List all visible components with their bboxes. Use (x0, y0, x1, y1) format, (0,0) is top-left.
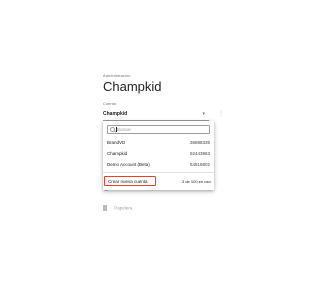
trash-item[interactable]: Papelera (103, 205, 132, 211)
trash-label: Papelera (114, 205, 133, 211)
chevron-down-icon: ▾ (202, 111, 205, 117)
dropdown-divider (103, 172, 214, 173)
create-account-button[interactable]: Crear nueva cuenta (104, 176, 156, 186)
create-account-label: Crear nueva cuenta (108, 179, 148, 184)
account-row-champkid[interactable]: Champkid 52443963 (107, 151, 210, 158)
account-id: 52443963 (189, 151, 210, 156)
account-row-demo[interactable]: Demo Account (Beta) 54516802 (107, 162, 210, 169)
account-row-brandvd[interactable]: BrandVD 36888335 (107, 140, 210, 147)
search-placeholder: Buscar (115, 127, 132, 132)
account-name: BrandVD (107, 140, 126, 145)
account-select[interactable]: Champkid ▾ (103, 110, 209, 121)
account-dropdown: Buscar BrandVD 36888335 Champkid 5244396… (103, 121, 214, 190)
admin-eyebrow: Administración (103, 73, 131, 78)
search-input[interactable]: Buscar (107, 125, 210, 134)
page-title: Champkid (103, 79, 162, 94)
account-name: Demo Account (Beta) (107, 162, 150, 167)
account-field-label: Cuenta (103, 101, 116, 106)
account-select-value: Champkid (103, 111, 128, 117)
more-vert-icon[interactable]: ⋮ (218, 110, 224, 117)
account-id: 36888335 (189, 140, 210, 145)
account-name: Champkid (107, 151, 128, 156)
account-usage: 3 de 100 en uso (182, 179, 211, 184)
account-id: 54516802 (189, 162, 210, 167)
search-icon (110, 127, 115, 132)
trash-icon (103, 205, 107, 211)
